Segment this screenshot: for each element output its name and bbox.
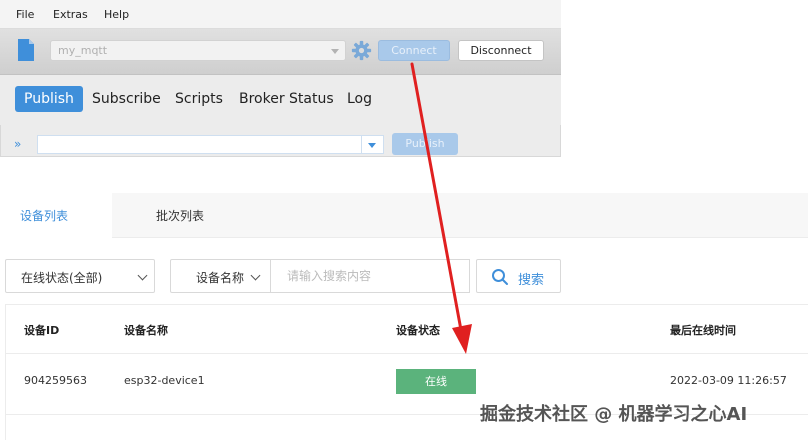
chevron-down-icon: [137, 270, 148, 281]
column-header-last-online: 最后在线时间: [670, 324, 736, 337]
dropdown-arrow-icon: [331, 49, 339, 54]
annotation-arrow-icon: [410, 62, 472, 354]
menu-file[interactable]: File: [16, 8, 34, 21]
menu-help[interactable]: Help: [104, 8, 129, 21]
profile-select-value: my_mqtt: [58, 44, 108, 57]
search-field-select[interactable]: 设备名称: [170, 259, 271, 293]
column-header-device-id: 设备ID: [24, 324, 60, 337]
cell-device-id: 904259563: [24, 374, 87, 387]
dropdown-arrow-icon: [368, 143, 376, 148]
watermark: 掘金技术社区 @ 机器学习之心AI: [480, 404, 748, 425]
file-icon[interactable]: [18, 39, 34, 61]
topic-dropdown[interactable]: [362, 135, 384, 154]
tab-scripts[interactable]: Scripts: [175, 86, 223, 112]
tab-batch-list[interactable]: 批次列表: [156, 207, 204, 224]
tab-device-list[interactable]: 设备列表: [20, 207, 68, 224]
chevron-down-icon: [250, 270, 261, 281]
search-icon: [492, 269, 508, 285]
topic-input[interactable]: [37, 135, 362, 154]
cell-last-online: 2022-03-09 11:26:57: [670, 374, 787, 387]
column-header-device-name: 设备名称: [124, 324, 168, 337]
tab-publish[interactable]: Publish: [15, 86, 83, 112]
tab-broker-status[interactable]: Broker Status: [239, 86, 334, 112]
expand-chevron-icon[interactable]: »: [14, 137, 21, 151]
tab-log[interactable]: Log: [347, 86, 372, 112]
connect-button[interactable]: Connect: [378, 40, 450, 61]
status-badge: 在线: [396, 369, 476, 394]
gear-icon[interactable]: [351, 40, 372, 61]
status-filter-value: 在线状态(全部): [21, 271, 103, 285]
cell-device-name: esp32-device1: [124, 374, 205, 387]
search-field-value: 设备名称: [196, 271, 245, 285]
search-button-label: 搜索: [518, 273, 545, 288]
tab-subscribe[interactable]: Subscribe: [92, 86, 161, 112]
menu-extras[interactable]: Extras: [53, 8, 88, 21]
profile-select[interactable]: my_mqtt: [50, 40, 346, 61]
status-filter-select[interactable]: 在线状态(全部): [5, 259, 155, 293]
search-button[interactable]: 搜索: [476, 259, 561, 293]
disconnect-button[interactable]: Disconnect: [458, 40, 544, 61]
menu-bar: File Extras Help: [0, 0, 561, 29]
